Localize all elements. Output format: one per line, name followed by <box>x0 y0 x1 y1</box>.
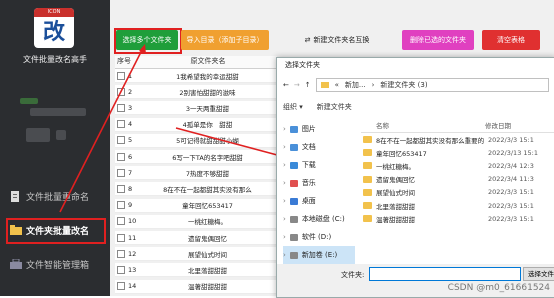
list-col-date[interactable]: 修改日期 <box>485 120 511 132</box>
folder-icon <box>363 215 372 223</box>
file-date: 2022/3/3 15:1 <box>488 188 534 197</box>
tree-item-label: 本地磁盘 (C:) <box>301 215 345 223</box>
drive-icon <box>289 125 298 133</box>
chevron-right-icon: › <box>371 81 375 89</box>
arrow-line <box>59 49 143 213</box>
forward-icon[interactable]: → <box>294 81 300 89</box>
chevron-right-icon[interactable]: › <box>283 161 286 169</box>
drive-icon <box>289 233 298 241</box>
back-icon[interactable]: ← <box>283 81 289 89</box>
list-item[interactable]: 展望仙式时间 2022/3/3 15:1 <box>361 186 554 199</box>
file-name: 展望仙式时间 <box>376 189 415 198</box>
folder-list: 名称 修改日期 8在不在一起都甜其实没有那么重要的 2022/3/3 15:1 童年… <box>361 120 554 270</box>
file-name: 遗留鬼偶回忆 <box>376 176 415 185</box>
chevron-right-icon[interactable]: › <box>283 125 286 133</box>
tree-item-label: 下载 <box>301 161 316 169</box>
tree-item-label: 图片 <box>301 125 316 133</box>
file-date: 2022/3/3 15:1 <box>488 201 534 210</box>
path-segment[interactable]: 新加... <box>345 80 366 90</box>
folder-icon <box>363 175 372 183</box>
tree-item-label: 音乐 <box>301 179 316 187</box>
path-segment[interactable]: 新建文件夹 (3) <box>380 80 427 90</box>
tree-item[interactable]: › 本地磁盘 (C:) <box>283 210 355 228</box>
list-header: 名称 修改日期 <box>361 120 554 133</box>
folder-input[interactable] <box>369 267 521 281</box>
list-item[interactable]: 遗留鬼偶回忆 2022/3/4 11:3 <box>361 173 554 186</box>
list-item[interactable]: 温著甜甜甜甜 2022/3/3 15:1 <box>361 212 554 225</box>
folder-icon <box>363 149 372 157</box>
file-date: 2022/3/3 15:1 <box>488 135 534 144</box>
chevron-right-icon[interactable]: › <box>283 251 286 259</box>
dialog-title: 选择文件夹 <box>285 61 320 69</box>
folder-icon <box>363 202 372 210</box>
folder-icon <box>363 136 372 144</box>
chevron-right-icon[interactable]: › <box>283 197 286 205</box>
select-folder-button[interactable]: 选择文件 <box>523 267 554 281</box>
folder-path-icon <box>320 82 329 88</box>
tree-item[interactable]: › 下载 <box>283 156 355 174</box>
file-name: 北里落甜甜甜 <box>376 202 415 211</box>
chevron-right-icon[interactable]: › <box>283 233 286 241</box>
new-folder-button[interactable]: 新建文件夹 <box>317 102 352 114</box>
drive-icon <box>289 161 298 169</box>
file-date: 2022/3/4 12:3 <box>488 161 534 170</box>
list-item[interactable]: 童年回忆653417 2022/3/13 15:1 <box>361 146 554 159</box>
up-icon[interactable]: ↑ <box>305 81 311 89</box>
select-folder-dialog: 选择文件夹 ← → ↑ « 新加... › 新建文件夹 (3) 组织 ▾ 新建文… <box>276 57 554 298</box>
path-segment[interactable]: « <box>335 81 339 89</box>
list-body: 8在不在一起都甜其实没有那么重要的 2022/3/3 15:1 童年回忆653417… <box>361 133 554 225</box>
chevron-right-icon[interactable]: › <box>283 143 286 151</box>
drive-icon <box>289 197 298 205</box>
drive-icon <box>289 215 298 223</box>
watermark: CSDN @m0_61661524 <box>447 283 550 293</box>
dialog-toolbar: 组织 ▾ 新建文件夹 <box>283 102 352 114</box>
tree-item-label: 文档 <box>301 143 316 151</box>
tree-item[interactable]: › 文档 <box>283 138 355 156</box>
list-item[interactable]: 8在不在一起都甜其实没有那么重要的 2022/3/3 15:1 <box>361 133 554 146</box>
drive-icon <box>289 251 298 259</box>
chevron-right-icon[interactable]: › <box>283 215 286 223</box>
tree-item[interactable]: › 图片 <box>283 120 355 138</box>
file-name: 温著甜甜甜甜 <box>376 215 415 224</box>
list-item[interactable]: 北里落甜甜甜 2022/3/3 15:1 <box>361 199 554 212</box>
tree-item[interactable]: › 新加卷 (E:) <box>283 246 355 264</box>
file-date: 2022/3/13 15:1 <box>488 148 538 157</box>
file-name: 一桃红糖梅。 <box>376 162 415 171</box>
chevron-right-icon[interactable]: › <box>283 179 286 187</box>
file-date: 2022/3/3 15:1 <box>488 214 534 223</box>
tree-item-label: 新加卷 (E:) <box>301 251 338 259</box>
folder-label: 文件夹: <box>341 271 365 279</box>
file-name: 8在不在一起都甜其实没有那么重要的 <box>376 136 485 145</box>
address-bar: ← → ↑ « 新加... › 新建文件夹 (3) <box>283 78 549 92</box>
organize-button[interactable]: 组织 ▾ <box>283 102 303 114</box>
file-name: 童年回忆653417 <box>376 149 427 158</box>
tree-item[interactable]: › 音乐 <box>283 174 355 192</box>
drive-icon <box>289 179 298 187</box>
tree-item-label: 桌面 <box>301 197 316 205</box>
path-box[interactable]: « 新加... › 新建文件夹 (3) <box>315 78 549 92</box>
nav-tree: › 图片 › 文档 › 下载 › 音乐 › 桌面 › 本地磁盘 (C:) › 软件 (D:) › 新加卷 (E… <box>283 120 355 270</box>
list-item[interactable]: 一桃红糖梅。 2022/3/4 12:3 <box>361 159 554 172</box>
folder-icon <box>363 188 372 196</box>
tree-item[interactable]: › 软件 (D:) <box>283 228 355 246</box>
tree-item[interactable]: › 桌面 <box>283 192 355 210</box>
tree-item-label: 软件 (D:) <box>301 233 332 241</box>
list-col-name[interactable]: 名称 <box>361 120 485 132</box>
file-date: 2022/3/4 11:3 <box>488 175 534 184</box>
drive-icon <box>289 143 298 151</box>
folder-icon <box>363 162 372 170</box>
